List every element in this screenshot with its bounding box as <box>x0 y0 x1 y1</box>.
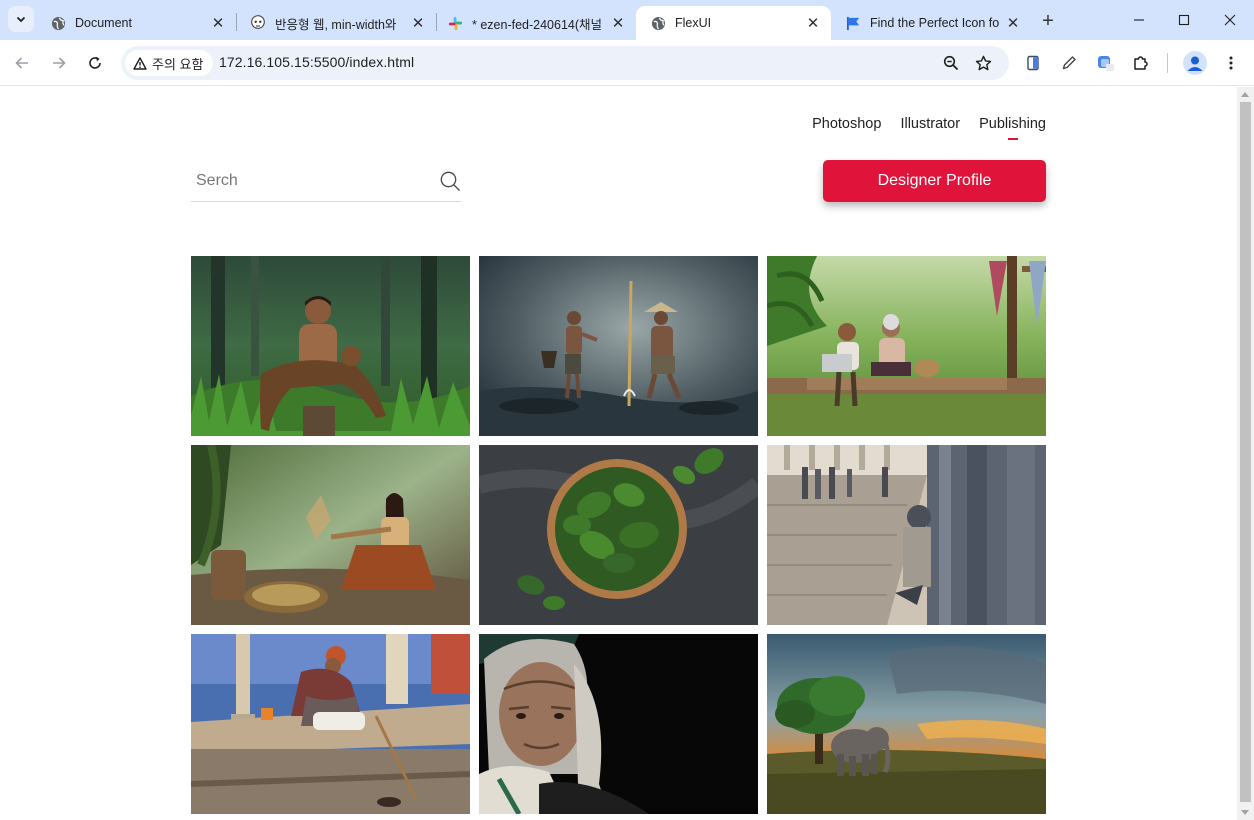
gallery-photo-street-sepia[interactable] <box>767 445 1046 625</box>
tab-slack[interactable]: * ezen-fed-240614(채널 ✕ <box>433 6 636 40</box>
close-icon[interactable]: ✕ <box>805 15 821 32</box>
slack-icon <box>447 15 463 31</box>
tab-search-button[interactable] <box>8 6 34 32</box>
main-nav: Photoshop Illustrator Publishing <box>812 116 1046 132</box>
extensions-menu-button[interactable] <box>1129 51 1153 75</box>
maximize-icon <box>1178 14 1190 26</box>
extension-badge-icon <box>1098 56 1114 71</box>
nav-illustrator[interactable]: Illustrator <box>900 116 960 132</box>
nav-publishing[interactable]: Publishing <box>979 116 1046 132</box>
browser-menu-button[interactable] <box>1219 51 1243 75</box>
pencil-icon <box>1062 56 1076 70</box>
reading-mode-button[interactable] <box>1021 51 1045 75</box>
close-icon <box>1224 14 1236 26</box>
page-viewport: Photoshop Illustrator Publishing Designe… <box>0 87 1237 820</box>
arrow-right-icon <box>53 57 66 69</box>
gallery-photo-elephant-sunset[interactable] <box>767 634 1046 814</box>
search-icon[interactable] <box>439 170 461 192</box>
tab-title: Document <box>75 16 132 30</box>
tab-strip: Document ✕ 반응형 웹, min-width와 ✕ * ezen-fe… <box>0 0 1254 40</box>
tab-responsive-web[interactable]: 반응형 웹, min-width와 ✕ <box>236 6 436 40</box>
tab-title: Find the Perfect Icon fo <box>870 16 1000 30</box>
search-input[interactable] <box>191 163 431 199</box>
toolbar-divider <box>1167 53 1168 73</box>
photo-gallery <box>191 256 1046 814</box>
nav-photoshop[interactable]: Photoshop <box>812 116 881 132</box>
edit-button[interactable] <box>1057 51 1081 75</box>
tab-title: FlexUI <box>675 16 712 30</box>
arrow-left-icon <box>15 57 28 69</box>
globe-icon <box>650 15 666 31</box>
globe-icon <box>50 15 66 31</box>
search-box <box>191 163 461 202</box>
page-scrollbar[interactable] <box>1237 87 1254 820</box>
flag-icon <box>845 15 861 31</box>
designer-profile-button[interactable]: Designer Profile <box>823 160 1046 202</box>
tab-find-icon[interactable]: Find the Perfect Icon fo ✕ <box>831 6 1031 40</box>
address-bar[interactable]: 주의 요함 172.16.105.15:5500/index.html <box>121 46 1009 80</box>
zoom-button[interactable] <box>940 52 962 74</box>
tab-title: * ezen-fed-240614(채널 <box>472 17 603 32</box>
close-icon[interactable]: ✕ <box>610 15 626 32</box>
close-icon[interactable]: ✕ <box>410 15 426 32</box>
security-label: 주의 요함 <box>152 56 204 72</box>
bookmark-button[interactable] <box>972 52 994 74</box>
gallery-photo-laptop-grandma[interactable] <box>767 256 1046 436</box>
avatar-icon <box>1187 56 1203 71</box>
close-icon[interactable]: ✕ <box>210 15 226 32</box>
chevron-down-icon <box>16 16 26 23</box>
extension-button[interactable] <box>1094 51 1118 75</box>
back-button[interactable] <box>10 51 34 75</box>
gallery-photo-spinach-bowl[interactable] <box>479 445 758 625</box>
gallery-photo-elderly-woman[interactable] <box>479 634 758 814</box>
reload-button[interactable] <box>83 51 107 75</box>
maximize-button[interactable] <box>1161 0 1207 40</box>
reload-icon <box>89 56 101 69</box>
puzzle-icon <box>1134 56 1148 70</box>
url-text[interactable]: 172.16.105.15:5500/index.html <box>219 54 414 70</box>
tab-flexui[interactable]: FlexUI ✕ <box>636 6 831 40</box>
warning-icon <box>133 56 147 70</box>
new-tab-button[interactable]: + <box>1036 9 1060 33</box>
minimize-button[interactable] <box>1116 0 1162 40</box>
star-icon <box>975 55 991 70</box>
tab-document[interactable]: Document ✕ <box>36 6 236 40</box>
side-panel-icon <box>1027 55 1039 71</box>
browser-toolbar: 주의 요함 172.16.105.15:5500/index.html <box>0 40 1254 86</box>
gallery-photo-boy-goat[interactable] <box>191 256 470 436</box>
profile-button[interactable] <box>1183 51 1207 75</box>
gallery-photo-winnowing[interactable] <box>191 445 470 625</box>
close-icon[interactable]: ✕ <box>1005 15 1021 32</box>
scroll-thumb[interactable] <box>1240 102 1251 802</box>
gallery-photo-fishing[interactable] <box>479 256 758 436</box>
skull-icon <box>250 15 266 31</box>
tab-title: 반응형 웹, min-width와 <box>275 17 397 32</box>
scroll-down-arrow[interactable] <box>1241 810 1249 815</box>
forward-button[interactable] <box>47 51 71 75</box>
zoom-icon <box>943 55 959 71</box>
scroll-up-arrow[interactable] <box>1241 92 1249 97</box>
security-chip[interactable]: 주의 요함 <box>125 50 214 76</box>
minimize-icon <box>1134 19 1144 21</box>
close-window-button[interactable] <box>1207 0 1253 40</box>
more-vert-icon <box>1229 56 1233 70</box>
gallery-photo-man-blue-steps[interactable] <box>191 634 470 814</box>
